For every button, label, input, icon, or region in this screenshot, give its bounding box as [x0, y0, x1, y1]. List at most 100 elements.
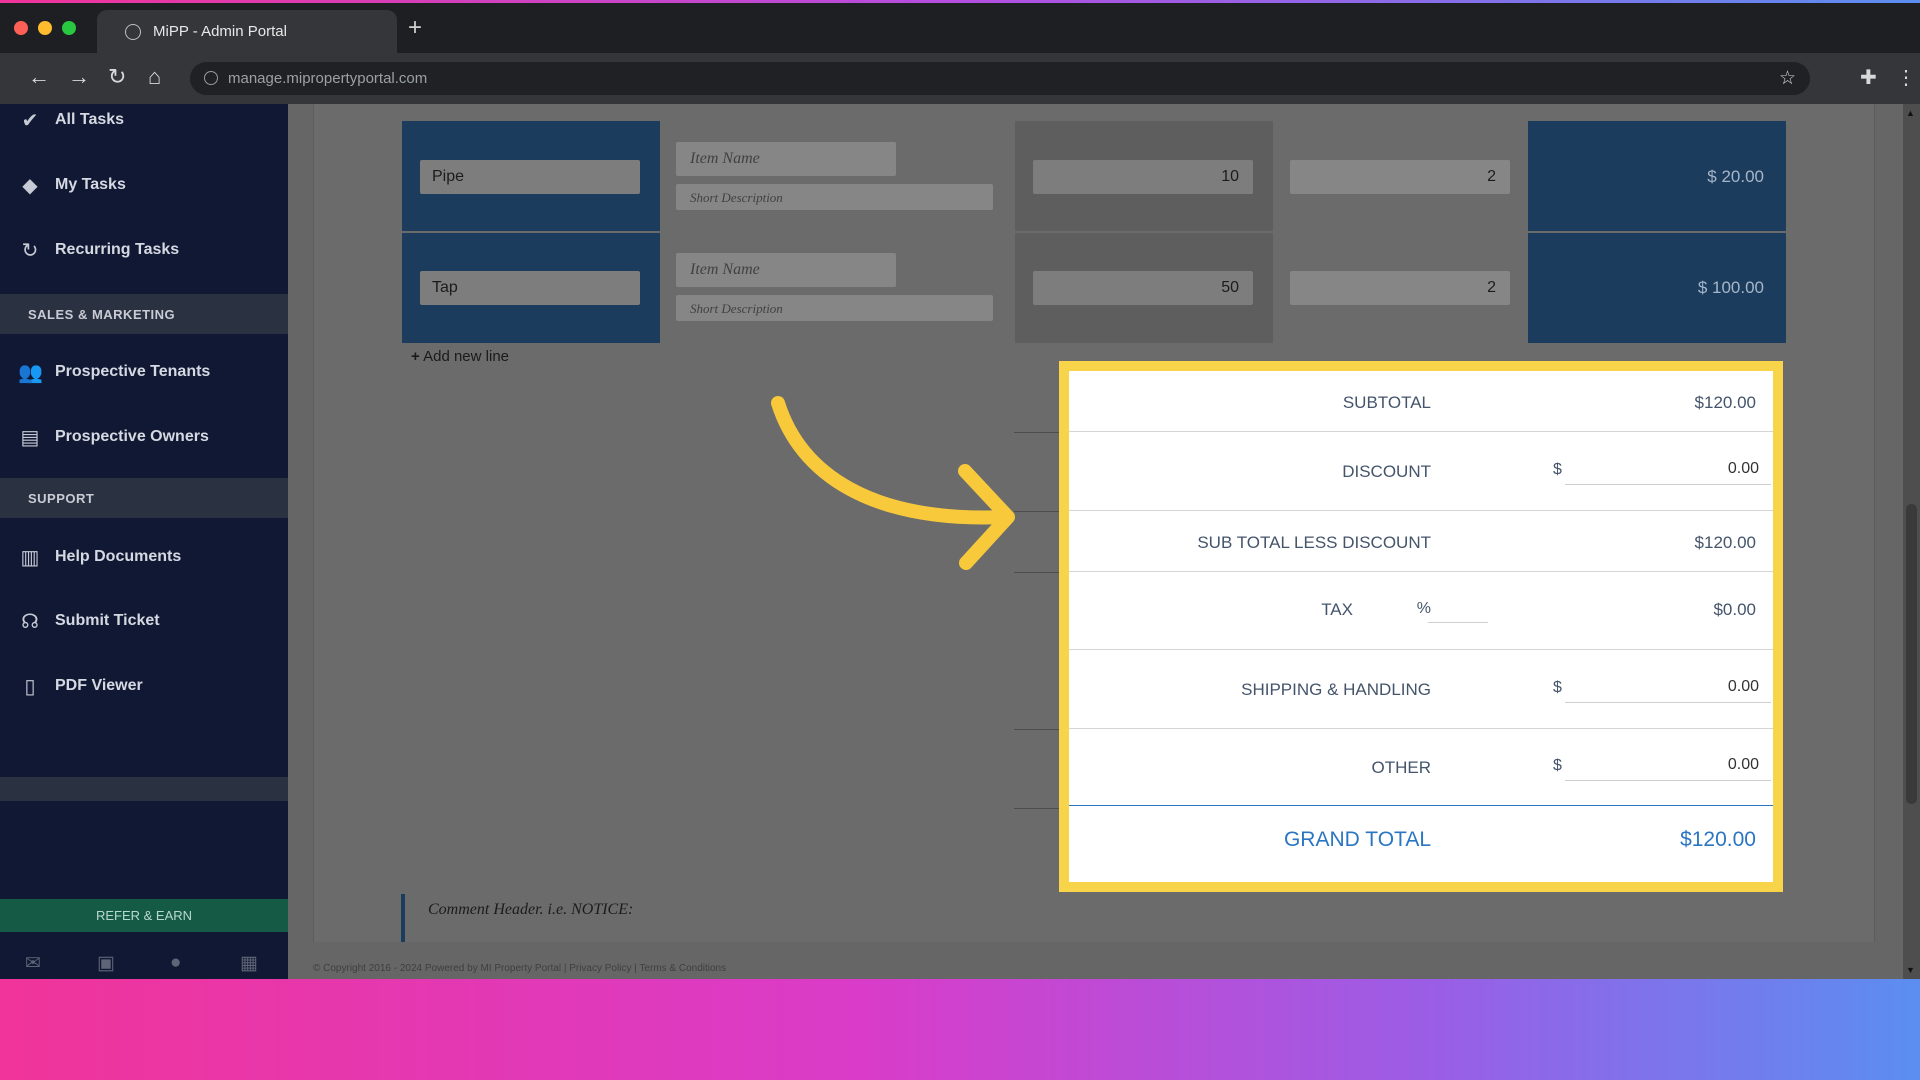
short-description-placeholder: Short Description	[690, 301, 783, 316]
tax-percent-sign: %	[1416, 600, 1431, 617]
bookmark-star-icon[interactable]: ☆	[1779, 67, 1796, 90]
browser-window: MiPP - Admin Portal + ← → ↻ ⌂ manage.mip…	[0, 3, 1920, 979]
user-icon[interactable]: ●	[170, 952, 181, 974]
add-new-line-button[interactable]: + Add new line	[411, 348, 509, 365]
refresh-icon: ↻	[21, 240, 39, 262]
grand-total-row: GRAND TOTAL $120.00	[1069, 806, 1773, 882]
shipping-label: SHIPPING & HANDLING	[1241, 680, 1431, 699]
subtotal-row: SUBTOTAL $120.00	[1069, 371, 1773, 432]
comment-header-input[interactable]: Comment Header. i.e. NOTICE:	[428, 901, 633, 919]
quantity-value: 2	[1487, 279, 1496, 296]
page-scrollbar[interactable]: ▲ ▼	[1903, 104, 1920, 979]
section-label: SUPPORT	[28, 491, 95, 506]
discount-currency: $	[1553, 461, 1562, 478]
item-select[interactable]: Tap	[420, 271, 640, 305]
address-bar: ← → ↻ ⌂ manage.mipropertyportal.com ☆ ✚ …	[0, 53, 1920, 104]
minimize-window-icon[interactable]	[38, 21, 52, 35]
short-description-input[interactable]: Short Description	[676, 184, 993, 210]
sidebar-divider	[0, 777, 288, 801]
browser-tab[interactable]: MiPP - Admin Portal	[97, 10, 397, 53]
item-name-input[interactable]: Item Name	[676, 142, 896, 176]
sidebar-item-prospective-tenants[interactable]: 👥 Prospective Tenants	[0, 352, 288, 392]
book-icon: ▥	[20, 547, 40, 569]
refer-earn-button[interactable]: REFER & EARN	[0, 899, 288, 932]
shipping-row: SHIPPING & HANDLING $ 0.00	[1069, 650, 1773, 729]
item-name-placeholder: Item Name	[690, 150, 760, 167]
check-icon: ✔	[21, 110, 39, 132]
rate-value: 50	[1221, 279, 1239, 296]
pdf-icon: ▯	[24, 676, 36, 698]
section-sales-marketing: SALES & MARKETING	[0, 294, 288, 334]
sidebar-item-label: Prospective Owners	[55, 428, 209, 445]
short-description-placeholder: Short Description	[690, 190, 783, 205]
reload-icon[interactable]: ↻	[108, 66, 126, 88]
other-label: OTHER	[1371, 758, 1432, 777]
site-info-icon[interactable]	[204, 71, 218, 85]
grand-total-label: GRAND TOTAL	[1283, 828, 1431, 851]
globe-icon	[125, 24, 141, 40]
back-icon[interactable]: ←	[28, 66, 50, 88]
sidebar: ✔ All Tasks ◆ My Tasks ↻ Recurring Tasks…	[0, 104, 288, 979]
other-value: 0.00	[1727, 756, 1759, 773]
browser-menu-icon[interactable]: ⋮	[1896, 65, 1916, 90]
headset-icon: ☊	[21, 611, 39, 633]
close-window-icon[interactable]	[14, 21, 28, 35]
sidebar-item-pdf-viewer[interactable]: ▯ PDF Viewer	[0, 666, 288, 706]
url-bar[interactable]: manage.mipropertyportal.com ☆	[190, 62, 1810, 95]
rate-input[interactable]: 10	[1033, 160, 1253, 194]
tax-percent-input[interactable]	[1428, 592, 1488, 623]
maximize-window-icon[interactable]	[62, 21, 76, 35]
discount-label: DISCOUNT	[1342, 462, 1431, 481]
extensions-icon[interactable]: ✚	[1860, 65, 1877, 90]
tag-icon: ◆	[22, 175, 38, 197]
discount-input[interactable]: 0.00	[1565, 454, 1771, 485]
item-value: Pipe	[432, 168, 465, 185]
scroll-thumb[interactable]	[1906, 504, 1917, 804]
sidebar-item-recurring-tasks[interactable]: ↻ Recurring Tasks	[0, 230, 288, 270]
item-select[interactable]: Pipe	[420, 160, 640, 194]
tax-row: TAX % $0.00	[1069, 572, 1773, 650]
mail-icon[interactable]: ✉	[25, 952, 41, 975]
quantity-input[interactable]: 2	[1290, 160, 1510, 194]
briefcase-icon[interactable]: ▣	[97, 952, 115, 975]
sidebar-item-label: My Tasks	[55, 176, 126, 193]
subtotal-value: $120.00	[1694, 393, 1756, 412]
short-description-input[interactable]: Short Description	[676, 295, 993, 321]
forward-icon[interactable]: →	[68, 66, 90, 88]
sidebar-item-submit-ticket[interactable]: ☊ Submit Ticket	[0, 601, 288, 641]
sidebar-item-all-tasks[interactable]: ✔ All Tasks	[0, 100, 288, 140]
quantity-input[interactable]: 2	[1290, 271, 1510, 305]
sidebar-item-label: All Tasks	[55, 111, 125, 128]
discount-row: DISCOUNT $ 0.00	[1069, 432, 1773, 511]
item-name-input[interactable]: Item Name	[676, 253, 896, 287]
plus-icon: +	[411, 348, 420, 365]
sidebar-item-my-tasks[interactable]: ◆ My Tasks	[0, 165, 288, 205]
sidebar-item-help-documents[interactable]: ▥ Help Documents	[0, 537, 288, 577]
rate-input[interactable]: 50	[1033, 271, 1253, 305]
grand-total-value: $120.00	[1680, 828, 1756, 851]
url-text: manage.mipropertyportal.com	[228, 70, 428, 87]
id-card-icon: ▤	[20, 427, 40, 449]
scroll-down-icon[interactable]: ▼	[1906, 965, 1915, 975]
calendar-icon[interactable]: ▦	[240, 952, 258, 975]
item-value: Tap	[432, 279, 458, 296]
sidebar-item-label: PDF Viewer	[55, 677, 143, 694]
subtotal-less-discount-label: SUB TOTAL LESS DISCOUNT	[1197, 533, 1431, 552]
tab-title: MiPP - Admin Portal	[153, 23, 287, 40]
sidebar-item-label: Prospective Tenants	[55, 363, 211, 380]
subtotal-less-discount-row: SUB TOTAL LESS DISCOUNT $120.00	[1069, 511, 1773, 572]
highlight-arrow-icon	[771, 396, 1015, 570]
rate-value: 10	[1221, 168, 1239, 185]
section-support: SUPPORT	[0, 478, 288, 518]
totals-panel: SUBTOTAL $120.00 DISCOUNT $ 0.00 SUB TOT…	[1069, 371, 1773, 882]
shipping-value: 0.00	[1727, 678, 1759, 695]
home-icon[interactable]: ⌂	[148, 66, 161, 88]
other-input[interactable]: 0.00	[1565, 750, 1771, 781]
sidebar-item-prospective-owners[interactable]: ▤ Prospective Owners	[0, 417, 288, 457]
other-currency: $	[1553, 757, 1562, 774]
shipping-input[interactable]: 0.00	[1565, 672, 1771, 703]
totals-highlight-box: SUBTOTAL $120.00 DISCOUNT $ 0.00 SUB TOT…	[1059, 361, 1783, 892]
new-tab-button[interactable]: +	[408, 16, 422, 40]
scroll-up-icon[interactable]: ▲	[1906, 108, 1915, 118]
other-row: OTHER $ 0.00	[1069, 729, 1773, 806]
